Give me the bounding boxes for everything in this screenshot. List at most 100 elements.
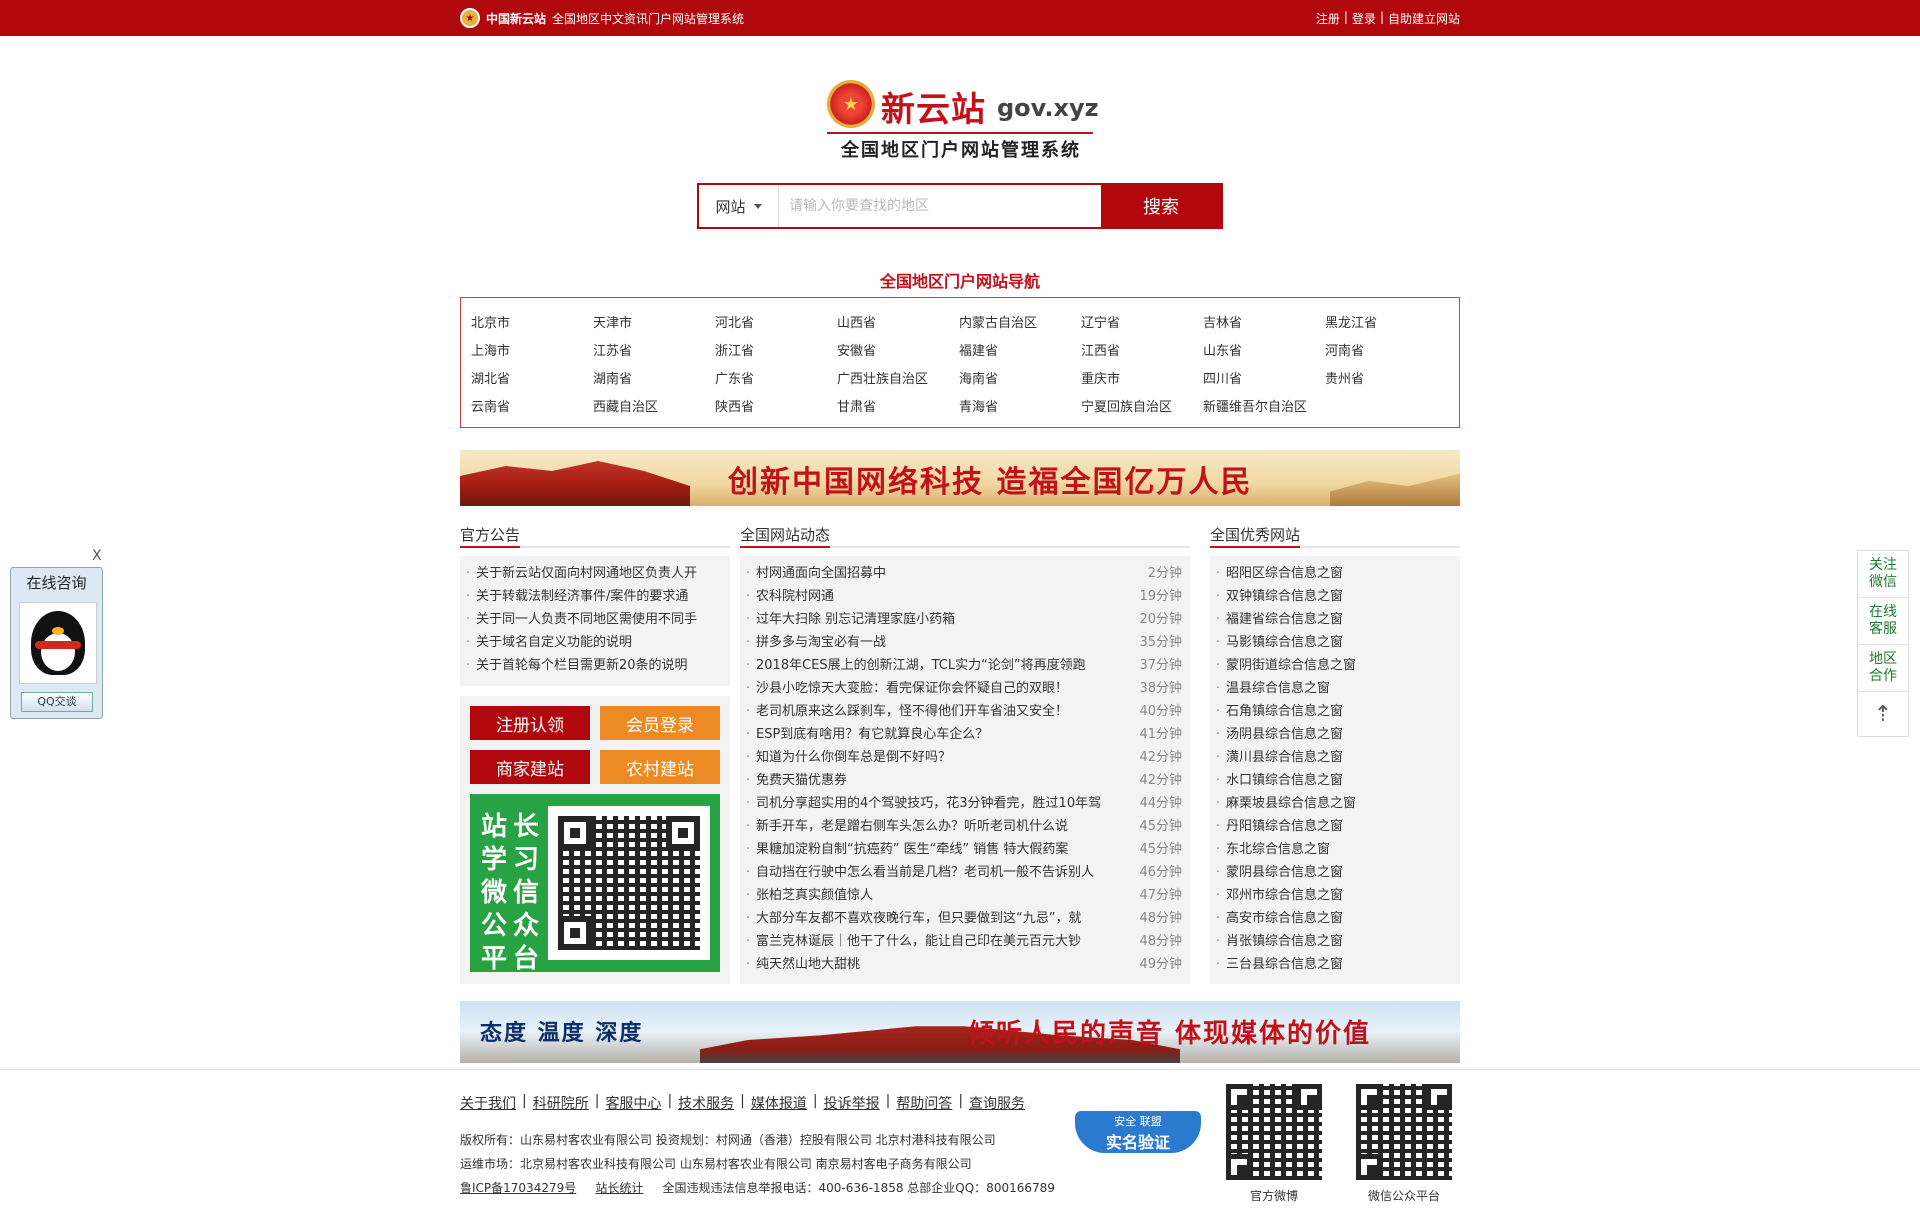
news-item[interactable]: 农科院村网通 19分钟	[740, 585, 1190, 608]
footer-link[interactable]: 客服中心	[605, 1093, 661, 1113]
region-link[interactable]: 四川省	[1203, 366, 1325, 394]
footer-link[interactable]: 关于我们	[460, 1093, 516, 1113]
footer-link[interactable]: 技术服务	[678, 1093, 734, 1113]
brand-name[interactable]: 中国新云站	[486, 10, 546, 27]
excellent-site-item[interactable]: 蒙阴街道综合信息之窗	[1210, 654, 1460, 677]
region-link[interactable]: 辽宁省	[1081, 310, 1203, 338]
excellent-site-item[interactable]: 马影镇综合信息之窗	[1210, 631, 1460, 654]
news-item[interactable]: 新手开车，老是蹭右侧车头怎么办？听听老司机什么说 45分钟	[740, 815, 1190, 838]
region-link[interactable]: 甘肃省	[837, 394, 959, 422]
news-item[interactable]: 2018年CES展上的创新江湖，TCL实力“论剑”将再度领跑 37分钟	[740, 654, 1190, 677]
merchant-site-button[interactable]: 商家建站	[470, 750, 590, 784]
qq-chat-button[interactable]: QQ交谈	[21, 692, 93, 712]
back-to-top-icon[interactable]: ⇡	[1858, 692, 1908, 736]
excellent-site-item[interactable]: 双钟镇综合信息之窗	[1210, 585, 1460, 608]
region-link[interactable]: 湖北省	[471, 366, 593, 394]
register-link[interactable]: 注册	[1316, 10, 1340, 27]
region-link[interactable]: 吉林省	[1203, 310, 1325, 338]
news-item[interactable]: 老司机原来这么踩刹车，怪不得他们开车省油又安全！ 40分钟	[740, 700, 1190, 723]
region-link[interactable]: 天津市	[593, 310, 715, 338]
notice-item[interactable]: 关于域名自定义功能的说明	[460, 631, 730, 654]
news-item[interactable]: 沙县小吃惊天大变脸：看完保证你会怀疑自己的双眼！ 38分钟	[740, 677, 1190, 700]
stats-link[interactable]: 站长统计	[595, 1181, 643, 1195]
excellent-site-item[interactable]: 昭阳区综合信息之窗	[1210, 562, 1460, 585]
wechat-promo[interactable]: 站长学习微信公众平台	[470, 794, 720, 974]
footer-link[interactable]: 科研院所	[533, 1093, 589, 1113]
region-link[interactable]: 上海市	[471, 338, 593, 366]
region-link[interactable]: 福建省	[959, 338, 1081, 366]
news-item[interactable]: ESP到底有啥用？有它就算良心车企么？ 41分钟	[740, 723, 1190, 746]
region-link[interactable]: 重庆市	[1081, 366, 1203, 394]
region-link[interactable]: 西藏自治区	[593, 394, 715, 422]
search-input[interactable]	[779, 185, 1101, 227]
region-link[interactable]: 云南省	[471, 394, 593, 422]
region-link[interactable]: 贵州省	[1325, 366, 1447, 394]
footer-link[interactable]: 查询服务	[969, 1093, 1025, 1113]
excellent-site-item[interactable]: 丹阳镇综合信息之窗	[1210, 815, 1460, 838]
consult-close-button[interactable]: X	[92, 548, 102, 564]
region-link[interactable]: 河南省	[1325, 338, 1447, 366]
region-link[interactable]: 宁夏回族自治区	[1081, 394, 1203, 422]
region-link[interactable]: 海南省	[959, 366, 1081, 394]
village-site-button[interactable]: 农村建站	[600, 750, 720, 784]
region-link[interactable]: 黑龙江省	[1325, 310, 1447, 338]
excellent-site-item[interactable]: 福建省综合信息之窗	[1210, 608, 1460, 631]
excellent-site-item[interactable]: 肖张镇综合信息之窗	[1210, 930, 1460, 953]
region-link[interactable]: 山东省	[1203, 338, 1325, 366]
register-claim-button[interactable]: 注册认领	[470, 706, 590, 740]
notice-item[interactable]: 关于新云站仅面向村网通地区负责人开	[460, 562, 730, 585]
excellent-site-item[interactable]: 麻栗坡县综合信息之窗	[1210, 792, 1460, 815]
region-link[interactable]: 安徽省	[837, 338, 959, 366]
region-link[interactable]: 青海省	[959, 394, 1081, 422]
news-item[interactable]: 免费天猫优惠券 42分钟	[740, 769, 1190, 792]
news-item[interactable]: 富兰克林诞辰｜他干了什么，能让自己印在美元百元大钞 48分钟	[740, 930, 1190, 953]
notice-item[interactable]: 关于同一人负责不同地区需使用不同手	[460, 608, 730, 631]
region-link[interactable]: 新疆维吾尔自治区	[1203, 394, 1325, 422]
excellent-site-item[interactable]: 高安市综合信息之窗	[1210, 907, 1460, 930]
news-item[interactable]: 拼多多与淘宝必有一战 35分钟	[740, 631, 1190, 654]
banner-media[interactable]: 态度 温度 深度 倾听人民的声音 体现媒体的价值	[460, 1001, 1460, 1063]
excellent-site-item[interactable]: 蒙阴县综合信息之窗	[1210, 861, 1460, 884]
follow-wechat-button[interactable]: 关注微信	[1858, 551, 1908, 598]
region-link[interactable]: 江西省	[1081, 338, 1203, 366]
region-link[interactable]: 江苏省	[593, 338, 715, 366]
news-item[interactable]: 大部分车友都不喜欢夜晚行车，但只要做到这“九忌”，就 48分钟	[740, 907, 1190, 930]
news-title[interactable]: 全国网站动态	[740, 524, 831, 548]
real-name-verified-badge[interactable]: 安全 联盟 实名验证	[1075, 1103, 1201, 1157]
news-item[interactable]: 果糖加淀粉自制“抗癌药” 医生“牵线” 销售 特大假药案 45分钟	[740, 838, 1190, 861]
region-link[interactable]: 广东省	[715, 366, 837, 394]
region-link[interactable]: 河北省	[715, 310, 837, 338]
excellent-site-item[interactable]: 潢川县综合信息之窗	[1210, 746, 1460, 769]
region-link[interactable]: 北京市	[471, 310, 593, 338]
news-item[interactable]: 自动挡在行驶中怎么看当前是几档？老司机一般不告诉别人 46分钟	[740, 861, 1190, 884]
notice-title[interactable]: 官方公告	[460, 524, 521, 548]
excellent-site-item[interactable]: 东北综合信息之窗	[1210, 838, 1460, 861]
excellent-site-item[interactable]: 温县综合信息之窗	[1210, 677, 1460, 700]
region-link[interactable]: 湖南省	[593, 366, 715, 394]
excellent-site-item[interactable]: 三台县综合信息之窗	[1210, 953, 1460, 976]
region-link[interactable]: 内蒙古自治区	[959, 310, 1081, 338]
qq-penguin-icon[interactable]	[19, 602, 97, 684]
excellent-site-item[interactable]: 水口镇综合信息之窗	[1210, 769, 1460, 792]
news-item[interactable]: 村网通面向全国招募中 2分钟	[740, 562, 1190, 585]
news-item[interactable]: 司机分享超实用的4个驾驶技巧，花3分钟看完，胜过10年驾 44分钟	[740, 792, 1190, 815]
news-item[interactable]: 纯天然山地大甜桃 49分钟	[740, 953, 1190, 976]
region-link[interactable]: 广西壮族自治区	[837, 366, 959, 394]
footer-link[interactable]: 帮助问答	[896, 1093, 952, 1113]
excellent-site-item[interactable]: 邓州市综合信息之窗	[1210, 884, 1460, 907]
build-site-link[interactable]: 自助建立网站	[1388, 10, 1460, 27]
search-type-select[interactable]: 网站	[699, 185, 779, 227]
excellent-title[interactable]: 全国优秀网站	[1210, 524, 1301, 548]
notice-item[interactable]: 关于首轮每个栏目需更新20条的说明	[460, 654, 730, 677]
notice-item[interactable]: 关于转载法制经济事件/案件的要求通	[460, 585, 730, 608]
news-item[interactable]: 知道为什么你倒车总是倒不好吗？ 42分钟	[740, 746, 1190, 769]
region-link[interactable]: 山西省	[837, 310, 959, 338]
member-login-button[interactable]: 会员登录	[600, 706, 720, 740]
region-link[interactable]: 浙江省	[715, 338, 837, 366]
icp-link[interactable]: 鲁ICP备17034279号	[460, 1181, 576, 1195]
banner-innovation[interactable]: 创新中国网络科技 造福全国亿万人民	[460, 450, 1460, 506]
site-logo[interactable]: ★ 新云站 gov.xyz 全国地区门户网站管理系统	[825, 78, 1099, 168]
online-service-button[interactable]: 在线客服	[1858, 598, 1908, 645]
footer-link[interactable]: 媒体报道	[751, 1093, 807, 1113]
news-item[interactable]: 过年大扫除 别忘记清理家庭小药箱 20分钟	[740, 608, 1190, 631]
